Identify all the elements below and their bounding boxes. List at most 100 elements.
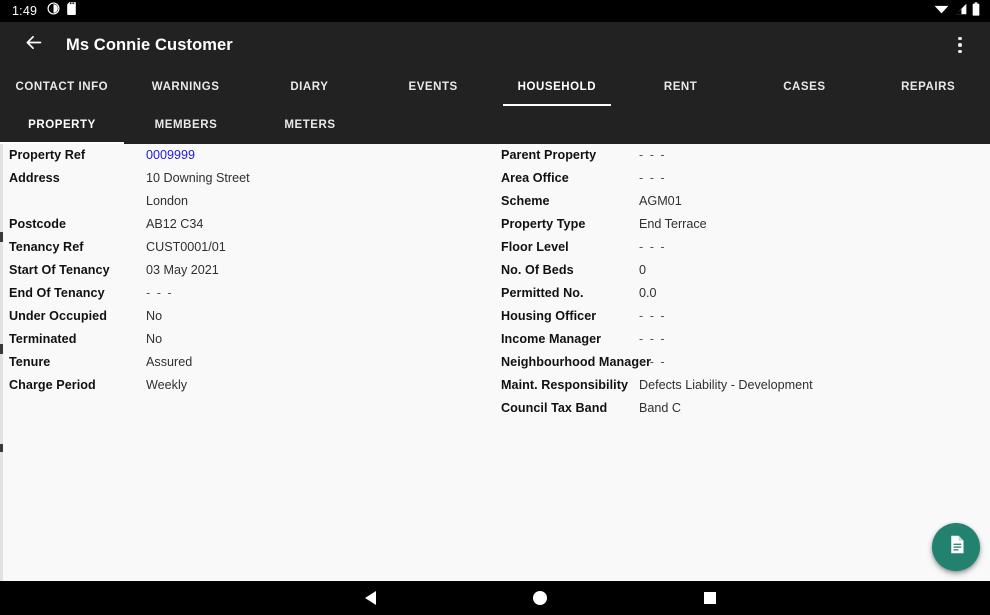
detail-value: No <box>146 332 163 346</box>
status-bar-notification-icons <box>47 2 78 20</box>
nav-home-button[interactable] <box>455 591 625 605</box>
nav-back-button[interactable] <box>285 591 455 605</box>
detail-row-area-office: Area Office - - - <box>501 171 971 194</box>
detail-label: Parent Property <box>501 148 597 162</box>
vertical-scroll-indicator[interactable] <box>0 144 3 581</box>
detail-value: Weekly <box>146 378 188 392</box>
detail-label: Address <box>9 171 60 185</box>
nav-home-circle-icon <box>533 591 547 605</box>
detail-label: Charge Period <box>9 378 96 392</box>
detail-label: Property Type <box>501 217 586 231</box>
more-vertical-icon-dot <box>958 36 962 41</box>
status-bar-clock: 1:49 <box>12 4 38 18</box>
more-vertical-icon-dot <box>958 49 962 54</box>
subtab-label: MEMBERS <box>154 119 218 131</box>
android-navigation-bar <box>0 581 990 615</box>
detail-value: - - - <box>639 309 667 323</box>
detail-label: No. Of Beds <box>501 263 574 277</box>
detail-label: Tenure <box>9 355 51 369</box>
nav-recents-button[interactable] <box>625 592 795 604</box>
detail-row-permitted-no: Permitted No. 0.0 <box>501 286 971 309</box>
subtab-property[interactable]: PROPERTY <box>0 106 124 144</box>
detail-value: - - - <box>639 332 667 346</box>
page-title: Ms Connie Customer <box>66 35 233 54</box>
tab-warnings[interactable]: WARNINGS <box>124 68 248 106</box>
detail-row-scheme: Scheme AGM01 <box>501 194 971 217</box>
detail-value: CUST0001/01 <box>146 240 226 254</box>
document-icon <box>946 534 967 560</box>
battery-icon <box>972 1 980 21</box>
subtab-meters[interactable]: METERS <box>248 106 372 144</box>
detail-row-under-occupied: Under Occupied No <box>9 309 479 332</box>
detail-value: - - - <box>639 148 667 162</box>
detail-row-no-of-beds: No. Of Beds 0 <box>501 263 971 286</box>
detail-label: Permitted No. <box>501 286 584 300</box>
detail-label: Income Manager <box>501 332 602 346</box>
detail-row-housing-officer: Housing Officer - - - <box>501 309 971 332</box>
subtab-members[interactable]: MEMBERS <box>124 106 248 144</box>
detail-row-tenancy-ref: Tenancy Ref CUST0001/01 <box>9 240 479 263</box>
tab-label: WARNINGS <box>151 81 220 93</box>
detail-row-start-of-tenancy: Start Of Tenancy 03 May 2021 <box>9 263 479 286</box>
detail-value: 03 May 2021 <box>146 263 219 277</box>
detail-row-maint-responsibility: Maint. Responsibility Defects Liability -… <box>501 378 971 401</box>
detail-label: Postcode <box>9 217 67 231</box>
nav-recents-square-icon <box>704 592 716 604</box>
detail-value: No <box>146 309 163 323</box>
detail-value: 0.0 <box>639 286 657 300</box>
detail-label: Floor Level <box>501 240 569 254</box>
nav-back-triangle-icon <box>364 591 376 605</box>
detail-label: End Of Tenancy <box>9 286 105 300</box>
property-details-panel: Property Ref 0009999 Address 10 Downing Str… <box>0 144 990 581</box>
detail-row-council-tax-band: Council Tax Band Band C <box>501 401 971 424</box>
tab-label: EVENTS <box>408 81 458 93</box>
app-bar: Ms Connie Customer <box>0 22 990 68</box>
tab-contact-info[interactable]: CONTACT INFO <box>0 68 124 106</box>
status-bar-system-icons <box>934 1 980 21</box>
detail-row-property-ref: Property Ref 0009999 <box>9 148 479 171</box>
tab-rent[interactable]: RENT <box>619 68 743 106</box>
create-document-fab[interactable] <box>932 523 980 571</box>
detail-row-floor-level: Floor Level - - - <box>501 240 971 263</box>
tab-cases[interactable]: CASES <box>743 68 867 106</box>
detail-row-neighbourhood-manager: Neighbourhood Manager - - - <box>501 355 971 378</box>
tab-household[interactable]: HOUSEHOLD <box>495 68 619 106</box>
cellular-signal-icon <box>954 2 967 20</box>
detail-value: Assured <box>146 355 193 369</box>
subtab-label: METERS <box>284 119 336 131</box>
overflow-menu-button[interactable] <box>942 22 978 68</box>
brightness-icon <box>47 2 60 20</box>
detail-row-property-type: Property Type End Terrace <box>501 217 971 240</box>
tab-diary[interactable]: DIARY <box>248 68 372 106</box>
tab-label: HOUSEHOLD <box>517 81 597 93</box>
detail-label: Scheme <box>501 194 550 208</box>
detail-value-line2: London <box>146 194 189 208</box>
tab-repairs[interactable]: REPAIRS <box>866 68 990 106</box>
detail-label: Housing Officer <box>501 309 597 323</box>
property-right-column: Parent Property - - - Area Office - - - Sche… <box>501 148 971 424</box>
tab-label: CASES <box>783 81 826 93</box>
detail-value: 10 Downing Street <box>146 171 250 185</box>
detail-label: Tenancy Ref <box>9 240 84 254</box>
wifi-icon <box>934 2 949 20</box>
detail-value: AGM01 <box>639 194 682 208</box>
detail-value: AB12 C34 <box>146 217 204 231</box>
detail-value: - - - <box>639 240 667 254</box>
detail-value-link[interactable]: 0009999 <box>146 148 195 162</box>
sd-card-icon <box>67 2 78 20</box>
detail-value: - - - <box>639 355 667 369</box>
tab-events[interactable]: EVENTS <box>371 68 495 106</box>
detail-row-terminated: Terminated No <box>9 332 479 355</box>
detail-label: Terminated <box>9 332 77 346</box>
detail-label: Start Of Tenancy <box>9 263 110 277</box>
status-bar: 1:49 <box>0 0 990 22</box>
android-app-screen: 1:49 Ms Connie Customer CONTACT INFO WAR… <box>0 0 990 615</box>
back-button[interactable] <box>10 22 56 68</box>
subtab-label: PROPERTY <box>28 119 96 131</box>
detail-row-address: Address 10 Downing Street <box>9 171 479 194</box>
detail-value: - - - <box>146 286 174 300</box>
detail-value: End Terrace <box>639 217 707 231</box>
detail-row-charge-period: Charge Period Weekly <box>9 378 479 401</box>
detail-label: Council Tax Band <box>501 401 608 415</box>
detail-row-end-of-tenancy: End Of Tenancy - - - <box>9 286 479 309</box>
